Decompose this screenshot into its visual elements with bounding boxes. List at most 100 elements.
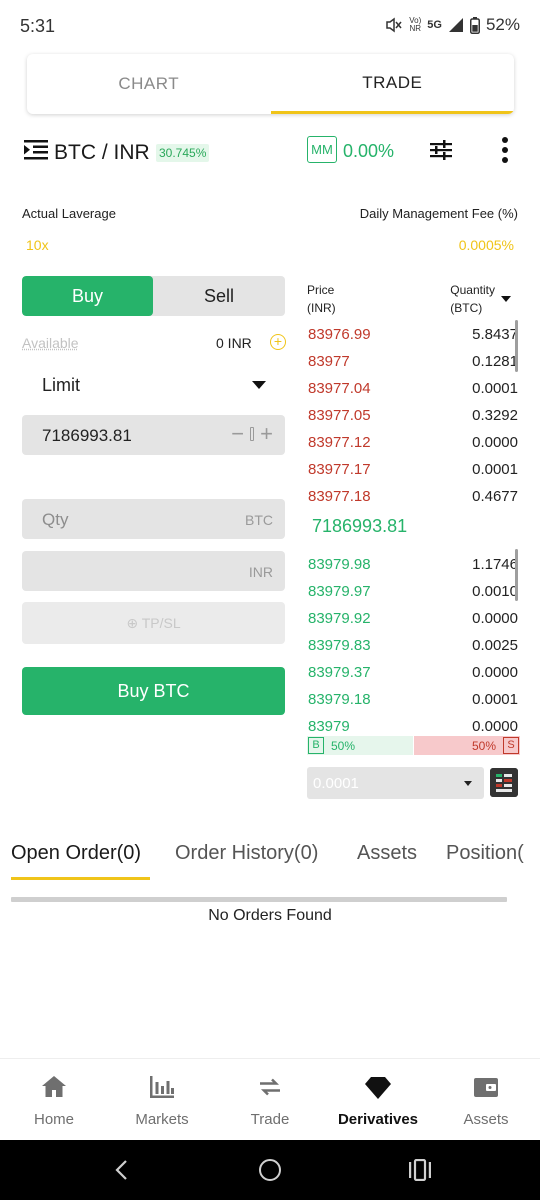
buy-sell-ratio-bar: B 50% 50% S [307, 736, 520, 755]
mm-badge: MM [307, 136, 337, 163]
mid-price: 7186993.81 [312, 516, 408, 536]
sliders-icon[interactable] [430, 139, 452, 161]
ask-row[interactable]: 83977.05 0.3292 [307, 405, 519, 432]
ask-row[interactable]: 83977 0.1281 [307, 351, 519, 378]
tpsl-button[interactable]: ⊕ TP/SL [22, 602, 285, 644]
nav-trade[interactable]: Trade [216, 1059, 324, 1140]
swap-arrows-icon [260, 1078, 280, 1096]
tpsl-label: ⊕ TP/SL [126, 615, 181, 631]
signal-icon [448, 18, 463, 32]
pair-name[interactable]: BTC / INR [54, 141, 150, 165]
bids-list: 83979.98 1.1746 83979.97 0.0010 83979.92 0.… [307, 554, 519, 743]
price-header: Price (INR) [307, 283, 336, 315]
nav-derivatives[interactable]: Derivatives [324, 1059, 432, 1140]
ask-row[interactable]: 83976.99 5.8437 [307, 324, 519, 351]
leverage-value: 10x [26, 237, 49, 253]
sell-ratio-value: 50% [471, 739, 496, 753]
home-icon [42, 1076, 66, 1097]
minus-icon[interactable]: − [231, 423, 244, 445]
add-funds-icon[interactable]: + [270, 334, 286, 350]
battery-icon [469, 16, 480, 34]
order-book-header: Price (INR) Quantity (BTC) [307, 281, 519, 317]
bid-row[interactable]: 83979.98 1.1746 [307, 554, 519, 581]
sell-tab[interactable]: Sell [153, 276, 285, 316]
home-button-icon[interactable] [259, 1159, 281, 1181]
empty-orders-message: No Orders Found [208, 907, 332, 924]
tab-assets[interactable]: Assets [357, 842, 417, 865]
tab-trade[interactable]: TRADE [270, 54, 514, 114]
qty-field[interactable]: Qty BTC [22, 499, 285, 539]
fee-value: 0.0005% [458, 237, 514, 253]
nav-home[interactable]: Home [0, 1059, 108, 1140]
status-bar: 5:31 Vo) NR 5G 52% [0, 0, 540, 52]
qty-input[interactable]: Qty [42, 510, 68, 530]
tab-positions[interactable]: Position( [446, 842, 524, 865]
pair-header: BTC / INR 30.745% MM 0.00% [22, 132, 522, 172]
buy-sell-toggle: Buy Sell [22, 276, 285, 316]
qty-unit: BTC [245, 512, 273, 528]
recents-icon[interactable] [408, 1159, 432, 1181]
bid-row[interactable]: 83979.37 0.0000 [307, 662, 519, 689]
asks-list: 83976.99 5.8437 83977 0.1281 83977.04 0.000… [307, 324, 519, 513]
bids-scrollbar[interactable] [515, 549, 518, 601]
bid-row[interactable]: 83979.97 0.0010 [307, 581, 519, 608]
inr-unit: INR [248, 564, 273, 580]
view-tabs: CHART TRADE [27, 54, 514, 114]
precision-value: 0.0001 [313, 775, 359, 792]
status-time: 5:31 [20, 16, 56, 36]
nav-markets[interactable]: Markets [108, 1059, 216, 1140]
system-nav-bar [0, 1140, 540, 1200]
pair-list-icon[interactable] [24, 139, 48, 161]
network-label: Vo) NR [409, 16, 422, 33]
sell-ratio-icon: S [503, 737, 519, 754]
price-stepper: − + [231, 423, 273, 445]
caret-down-icon [464, 781, 472, 786]
mute-icon [386, 17, 402, 33]
ask-row[interactable]: 83977.18 0.4677 [307, 486, 519, 513]
asks-scrollbar[interactable] [515, 320, 518, 372]
caret-down-icon[interactable] [252, 381, 266, 389]
fee-label: Daily Management Fee (%) [359, 206, 518, 221]
bottom-nav: Home Markets Trade Derivatives Assets [0, 1058, 540, 1140]
ask-row[interactable]: 83977.04 0.0001 [307, 378, 519, 405]
battery-level: 52% [485, 15, 520, 34]
price-input[interactable]: 7186993.81 [42, 426, 132, 446]
ask-row[interactable]: 83977.12 0.0000 [307, 432, 519, 459]
tab-chart[interactable]: CHART [27, 54, 271, 114]
ask-row[interactable]: 83977.17 0.0001 [307, 459, 519, 486]
available-label[interactable]: Available [22, 335, 79, 351]
buy-ratio-value: 50% [331, 739, 356, 753]
more-vertical-icon[interactable] [500, 136, 510, 164]
diamond-icon [365, 1077, 391, 1099]
precision-select[interactable]: 0.0001 [307, 767, 484, 799]
tab-order-history[interactable]: Order History(0) [175, 842, 318, 865]
mm-value: 0.00% [343, 141, 395, 161]
order-type-select[interactable]: Limit [42, 375, 80, 396]
pair-change-badge: 30.745% [156, 144, 210, 162]
leverage-label: Actual Laverage [22, 206, 116, 221]
buy-tab[interactable]: Buy [22, 276, 153, 316]
tab-open-orders[interactable]: Open Order(0) [11, 842, 141, 865]
available-value: 0 INR [216, 335, 252, 351]
buy-btc-button[interactable]: Buy BTC [22, 667, 285, 715]
plus-icon[interactable]: + [260, 423, 273, 445]
divider [250, 427, 255, 441]
wallet-icon [474, 1078, 498, 1097]
caret-down-icon[interactable] [501, 296, 511, 302]
bar-chart-icon [150, 1076, 174, 1098]
quantity-header[interactable]: Quantity (BTC) [450, 281, 495, 317]
book-layout-icon[interactable] [490, 768, 518, 797]
network-type: 5G [427, 19, 442, 31]
divider [11, 897, 507, 902]
active-tab-indicator [11, 877, 150, 880]
status-icons: Vo) NR 5G 52% [385, 15, 520, 35]
bid-row[interactable]: 83979.83 0.0025 [307, 635, 519, 662]
inr-amount-field[interactable]: INR [22, 551, 285, 591]
back-icon[interactable] [113, 1159, 129, 1181]
nav-assets[interactable]: Assets [432, 1059, 540, 1140]
price-field[interactable]: 7186993.81 − + [22, 415, 285, 455]
bid-row[interactable]: 83979.92 0.0000 [307, 608, 519, 635]
orders-tabs: Open Order(0) Order History(0) Assets Po… [0, 838, 540, 882]
buy-ratio-icon: B [308, 737, 324, 754]
bid-row[interactable]: 83979.18 0.0001 [307, 689, 519, 716]
